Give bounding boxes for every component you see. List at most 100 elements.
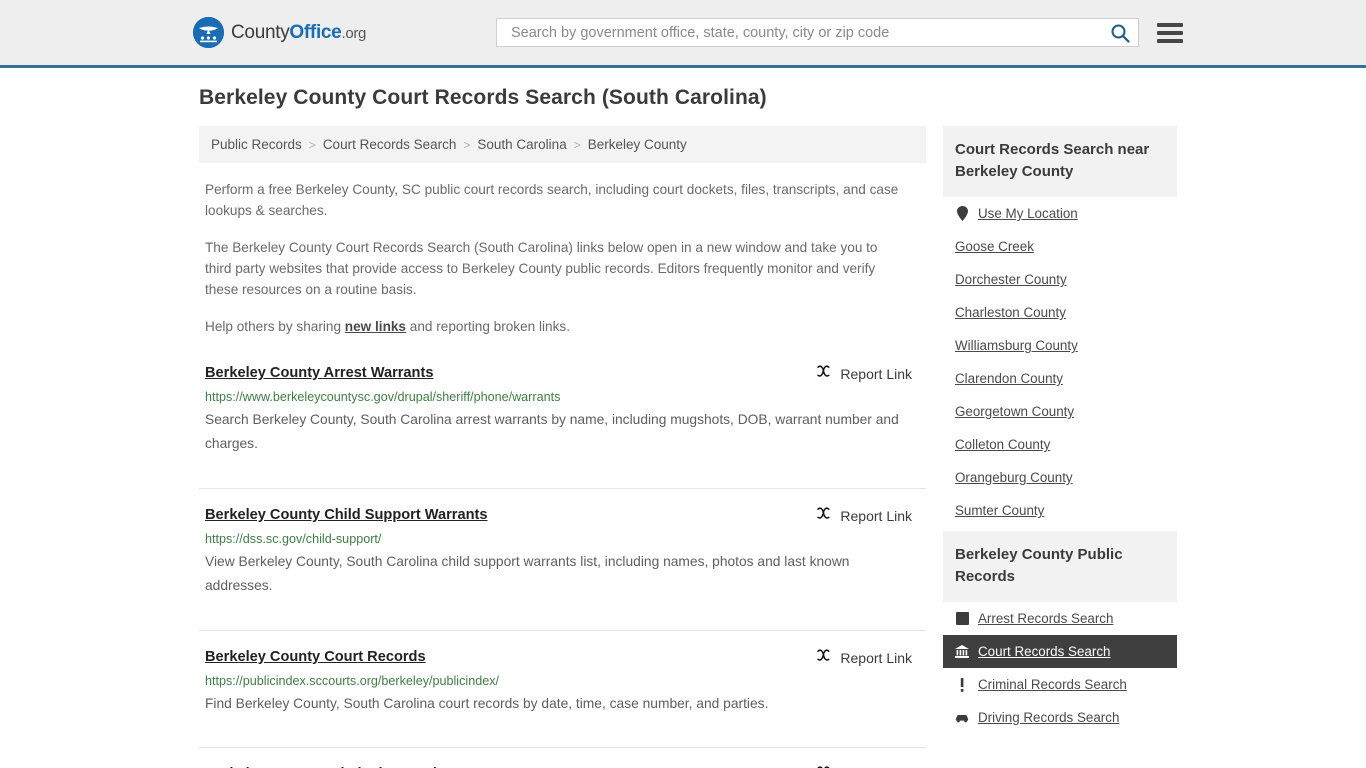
result-header: Berkeley County Child Support Warrants R… — [205, 505, 926, 527]
result-item: Berkeley County Child Support Warrants R… — [199, 505, 926, 631]
breadcrumb-separator: > — [463, 137, 471, 152]
result-header: Berkeley County Court Records Report Lin… — [205, 647, 926, 669]
sidebar-item-label: Charleston County — [955, 305, 1066, 320]
map-pin-icon — [955, 206, 969, 221]
logo-text: CountyOffice.org — [231, 22, 366, 44]
sidebar-item-driving-records-search[interactable]: Driving Records Search — [943, 701, 1177, 734]
intro-paragraph-1: Perform a free Berkeley County, SC publi… — [205, 182, 899, 218]
sidebar-item-williamsburg-county[interactable]: Williamsburg County — [943, 329, 1177, 362]
list-item: Georgetown County — [943, 395, 1177, 428]
list-item: Charleston County — [943, 296, 1177, 329]
breadcrumb-item-2[interactable]: South Carolina — [477, 137, 566, 152]
breadcrumb-item-3[interactable]: Berkeley County — [588, 137, 687, 152]
sidebar-item-label: Court Records Search — [978, 644, 1111, 659]
courthouse-icon — [955, 644, 969, 659]
intro-p3-before: Help others by sharing — [205, 319, 345, 334]
sidebar: Court Records Search near Berkeley Count… — [943, 126, 1177, 768]
report-link-button[interactable]: Report Link — [815, 505, 926, 527]
result-title-link[interactable]: Berkeley County Arrest Warrants — [205, 363, 433, 383]
result-title-link[interactable]: Berkeley County Child Support Warrants — [205, 505, 487, 525]
list-item: Colleton County — [943, 428, 1177, 461]
sidebar-item-goose-creek[interactable]: Goose Creek — [943, 230, 1177, 263]
fingerprint-icon — [955, 611, 969, 626]
sidebar-item-orangeburg-county[interactable]: Orangeburg County — [943, 461, 1177, 494]
breadcrumb-separator: > — [573, 137, 581, 152]
result-item: Berkeley County Court Records Report Lin… — [199, 647, 926, 749]
report-link-button[interactable]: Report Link — [815, 363, 926, 385]
public-records-panel: Berkeley County Public Records Arrest Re… — [943, 531, 1177, 734]
hamburger-bar-3 — [1157, 38, 1183, 43]
result-url[interactable]: https://www.berkeleycountysc.gov/drupal/… — [205, 390, 926, 404]
site-logo[interactable]: CountyOffice.org — [193, 17, 366, 48]
intro-text: Perform a free Berkeley County, SC publi… — [199, 179, 926, 337]
result-description: Search Berkeley County, South Carolina a… — [205, 412, 899, 451]
sidebar-item-label: Driving Records Search — [978, 710, 1120, 725]
result-description: Find Berkeley County, South Carolina cou… — [205, 695, 769, 711]
list-item: Dorchester County — [943, 263, 1177, 296]
public-records-heading: Berkeley County Public Records — [943, 531, 1177, 602]
hamburger-menu-icon[interactable] — [1157, 22, 1183, 43]
breadcrumb-item-1[interactable]: Court Records Search — [323, 137, 457, 152]
sidebar-item-label: Goose Creek — [955, 239, 1034, 254]
sidebar-item-clarendon-county[interactable]: Clarendon County — [943, 362, 1177, 395]
sidebar-item-dorchester-county[interactable]: Dorchester County — [943, 263, 1177, 296]
result-header: Berkeley County Arrest Warrants Report L… — [205, 363, 926, 385]
broken-link-icon — [815, 505, 832, 527]
exclamation-icon — [955, 677, 969, 692]
sidebar-item-criminal-records-search[interactable]: Criminal Records Search — [943, 668, 1177, 701]
list-item: Court Records Search — [943, 635, 1177, 668]
sidebar-item-court-records-search[interactable]: Court Records Search — [943, 635, 1177, 668]
broken-link-icon — [815, 764, 832, 768]
broken-link-icon — [815, 363, 832, 385]
list-item: Criminal Records Search — [943, 668, 1177, 701]
logo-text-office: Office — [289, 21, 342, 43]
list-item: Williamsburg County — [943, 329, 1177, 362]
list-item: Driving Records Search — [943, 701, 1177, 734]
result-title-link[interactable]: Berkeley County Criminal Records — [205, 764, 445, 768]
sidebar-item-georgetown-county[interactable]: Georgetown County — [943, 395, 1177, 428]
report-link-label: Report Link — [840, 366, 912, 382]
nearby-panel-heading: Court Records Search near Berkeley Count… — [943, 126, 1177, 197]
results-list: Berkeley County Arrest Warrants Report L… — [199, 361, 926, 768]
hamburger-bar-2 — [1157, 30, 1183, 35]
sidebar-item-use-my-location[interactable]: Use My Location — [943, 197, 1177, 230]
logo-text-org: .org — [341, 24, 367, 42]
list-item: Clarendon County — [943, 362, 1177, 395]
sidebar-item-label: Colleton County — [955, 437, 1051, 452]
main-column: Public Records > Court Records Search > … — [199, 126, 926, 768]
page-title: Berkeley County Court Records Search (So… — [199, 86, 767, 109]
search-icon[interactable] — [1108, 23, 1132, 43]
sidebar-item-sumter-county[interactable]: Sumter County — [943, 494, 1177, 527]
intro-paragraph-3: Help others by sharing new links and rep… — [205, 316, 905, 337]
public-records-list: Arrest Records Search Court Records Sear… — [943, 602, 1177, 734]
header-search-area — [496, 18, 1183, 47]
sidebar-item-colleton-county[interactable]: Colleton County — [943, 428, 1177, 461]
content-columns: Public Records > Court Records Search > … — [199, 126, 1366, 768]
nearby-list: Use My Location Goose Creek Dorchester C… — [943, 197, 1177, 527]
list-item: Sumter County — [943, 494, 1177, 527]
sidebar-item-label: Dorchester County — [955, 272, 1067, 287]
result-item: Berkeley County Arrest Warrants Report L… — [199, 361, 926, 489]
logo-text-county: County — [231, 21, 290, 43]
intro-p3-after: and reporting broken links. — [406, 319, 570, 334]
site-header: CountyOffice.org — [0, 0, 1366, 68]
sidebar-item-arrest-records-search[interactable]: Arrest Records Search — [943, 602, 1177, 635]
result-header: Berkeley County Criminal Records Report … — [205, 764, 926, 768]
result-url[interactable]: https://dss.sc.gov/child-support/ — [205, 532, 926, 546]
result-title-link[interactable]: Berkeley County Court Records — [205, 647, 426, 667]
new-links-link[interactable]: new links — [345, 319, 406, 334]
sidebar-item-charleston-county[interactable]: Charleston County — [943, 296, 1177, 329]
search-box[interactable] — [496, 18, 1139, 47]
car-icon — [955, 710, 969, 725]
report-link-button[interactable]: Report Link — [815, 647, 926, 669]
search-input[interactable] — [509, 23, 1108, 42]
sidebar-item-label: Orangeburg County — [955, 470, 1073, 485]
breadcrumb-item-0[interactable]: Public Records — [211, 137, 302, 152]
report-link-button[interactable]: Report Link — [815, 764, 926, 768]
sidebar-item-label: Arrest Records Search — [978, 611, 1114, 626]
result-url[interactable]: https://publicindex.sccourts.org/berkele… — [205, 674, 926, 688]
report-link-label: Report Link — [840, 649, 912, 666]
sidebar-item-label: Clarendon County — [955, 371, 1063, 386]
list-item: Arrest Records Search — [943, 602, 1177, 635]
report-link-label: Report Link — [840, 507, 912, 524]
